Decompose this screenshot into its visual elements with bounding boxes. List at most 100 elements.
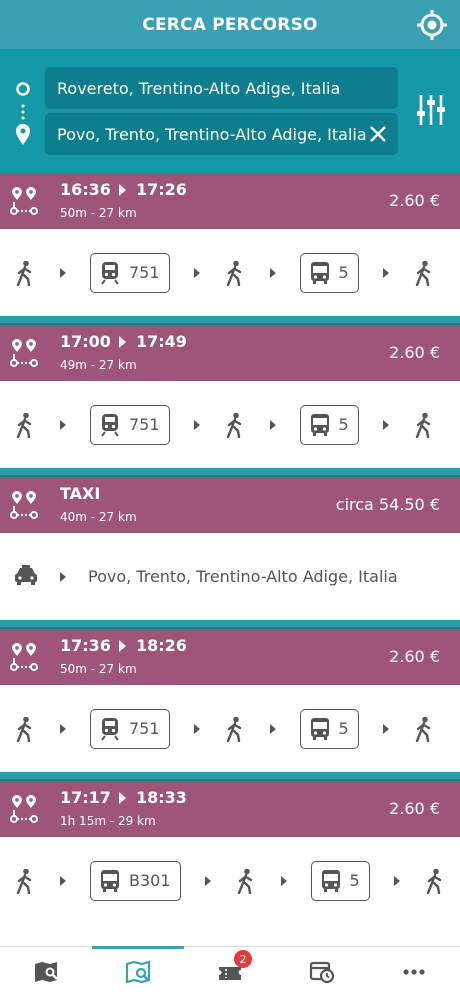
route-search-panel: Rovereto, Trentino-Alto Adige, Italia Po… [0, 49, 460, 173]
line-number: B301 [129, 871, 171, 890]
route-card[interactable]: 17:00 17:49 49m - 27 km 2.60 € 751 5 [0, 325, 460, 468]
chevron-right-icon [269, 723, 276, 734]
walk-icon [226, 412, 241, 438]
train-icon [101, 413, 119, 437]
train-line-box: 751 [90, 252, 170, 293]
chevron-right-icon [193, 723, 200, 734]
route-label: TAXI [60, 484, 100, 503]
map-search-icon [35, 961, 58, 982]
chevron-right-icon [60, 419, 66, 430]
tab-more[interactable] [368, 947, 460, 996]
route-duration-distance: 49m - 27 km [60, 358, 137, 372]
route-header[interactable]: TAXI 40m - 27 km circa 54.50 € [0, 477, 460, 533]
origin-field-value: Rovereto, Trentino-Alto Adige, Italia [57, 78, 341, 98]
chevron-right-icon [382, 723, 389, 734]
depart-time: 16:36 [60, 180, 111, 199]
chevron-right-icon [382, 267, 389, 278]
train-icon [101, 717, 119, 741]
bus-icon [310, 261, 329, 284]
arrow-right-icon [118, 791, 126, 804]
walk-icon [237, 868, 252, 894]
chevron-right-icon [193, 267, 200, 278]
route-icon [10, 187, 38, 215]
chevron-right-icon [382, 419, 389, 430]
route-card[interactable]: TAXI 40m - 27 km circa 54.50 € Povo, Trento… [0, 477, 460, 620]
walk-icon [16, 260, 32, 286]
route-duration-distance: 40m - 27 km [60, 510, 137, 524]
route-legs[interactable]: Povo, Trento, Trentino-Alto Adige, Itali… [0, 533, 460, 620]
bus-line-box: 5 [299, 404, 359, 445]
train-line-box: 751 [90, 404, 170, 445]
line-number: 5 [338, 415, 349, 434]
route-header[interactable]: 17:00 17:49 49m - 27 km 2.60 € [0, 325, 460, 381]
bus-icon [310, 413, 329, 436]
route-results-list: 16:36 17:26 50m - 27 km 2.60 € 751 5 17:00 17:4… [0, 173, 460, 946]
chevron-right-icon [269, 419, 276, 430]
close-icon[interactable] [368, 124, 388, 144]
bus-line-box: 5 [299, 252, 359, 293]
arrive-time: 17:49 [135, 332, 187, 351]
chevron-right-icon [60, 875, 66, 886]
timetable-icon [309, 961, 335, 983]
line-number: 5 [349, 871, 360, 890]
bus-icon [310, 717, 329, 740]
tab-route-search[interactable] [92, 946, 184, 996]
route-times: 16:36 17:26 [60, 180, 187, 199]
route-card[interactable]: 17:36 18:26 50m - 27 km 2.60 € 751 5 [0, 629, 460, 772]
tab-map-search[interactable] [0, 947, 92, 996]
destination-field-value: Povo, Trento, Trentino-Alto Adige, Itali… [57, 124, 367, 144]
walk-icon [415, 260, 430, 286]
route-separator [0, 772, 460, 781]
tab-timetable[interactable] [276, 947, 368, 996]
tab-tickets[interactable]: 2 [184, 947, 276, 996]
line-number: 5 [338, 719, 349, 738]
destination-field[interactable]: Povo, Trento, Trentino-Alto Adige, Itali… [45, 113, 398, 155]
chevron-right-icon [393, 875, 400, 886]
arrive-time: 18:33 [135, 788, 187, 807]
bus-icon [321, 869, 340, 892]
route-duration-distance: 50m - 27 km [60, 206, 137, 220]
route-separator [0, 316, 460, 325]
gps-target-icon[interactable] [416, 9, 448, 41]
route-price: 2.60 € [389, 191, 440, 210]
route-header[interactable]: 17:36 18:26 50m - 27 km 2.60 € [0, 629, 460, 685]
route-header[interactable]: 16:36 17:26 50m - 27 km 2.60 € [0, 173, 460, 229]
route-times: 17:36 18:26 [60, 636, 187, 655]
chevron-right-icon [60, 571, 66, 582]
taxi-destination: Povo, Trento, Trentino-Alto Adige, Itali… [88, 567, 398, 586]
route-search-icon [125, 960, 151, 983]
train-icon [101, 261, 119, 285]
route-legs[interactable]: 751 5 [0, 381, 460, 468]
route-legs[interactable]: B301 5 [0, 837, 460, 924]
arrow-right-icon [118, 183, 126, 196]
taxi-label: TAXI [60, 484, 101, 503]
chevron-right-icon [280, 875, 287, 886]
train-line-box: 751 [90, 708, 170, 749]
route-header[interactable]: 17:17 18:33 1h 15m - 29 km 2.60 € [0, 781, 460, 837]
walk-icon [226, 716, 241, 742]
depart-time: 17:17 [60, 788, 111, 807]
app-bar: CERCA PERCORSO [0, 0, 460, 49]
depart-time: 17:00 [60, 332, 111, 351]
route-duration-distance: 1h 15m - 29 km [60, 814, 156, 828]
line-number: 751 [129, 719, 160, 738]
route-card[interactable]: 17:17 18:33 1h 15m - 29 km 2.60 € B301 5 [0, 781, 460, 924]
arrow-right-icon [118, 335, 126, 348]
bus-line-box: 5 [299, 708, 359, 749]
origin-destination-rail-icon [16, 82, 30, 145]
bus-line-box: 5 [310, 860, 370, 901]
walk-icon [415, 412, 430, 438]
route-legs[interactable]: 751 5 [0, 685, 460, 772]
walk-icon [226, 260, 241, 286]
route-price: 2.60 € [389, 799, 440, 818]
route-card[interactable]: 16:36 17:26 50m - 27 km 2.60 € 751 5 [0, 173, 460, 316]
origin-field[interactable]: Rovereto, Trentino-Alto Adige, Italia [45, 67, 398, 109]
sliders-icon[interactable] [416, 93, 446, 127]
route-times: 17:17 18:33 [60, 788, 187, 807]
route-duration-distance: 50m - 27 km [60, 662, 137, 676]
route-legs[interactable]: 751 5 [0, 229, 460, 316]
route-separator [0, 620, 460, 629]
route-separator [0, 468, 460, 477]
tickets-badge: 2 [234, 950, 252, 968]
arrow-right-icon [118, 639, 126, 652]
